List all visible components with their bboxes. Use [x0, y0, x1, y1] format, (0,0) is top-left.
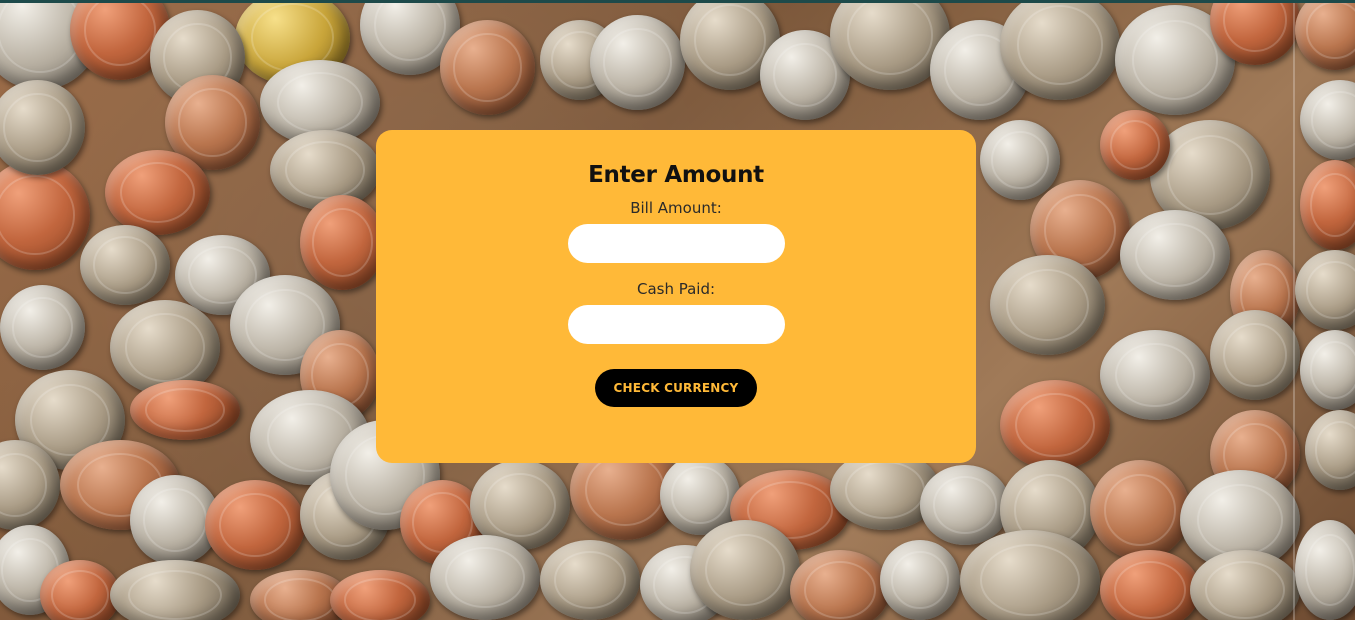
top-strip	[0, 0, 1355, 3]
cash-paid-label: Cash Paid:	[636, 280, 716, 298]
amount-form-card: Enter Amount Bill Amount: Cash Paid: CHE…	[376, 130, 976, 463]
check-currency-button[interactable]: CHECK CURRENCY	[595, 369, 757, 407]
image-seam	[1293, 0, 1295, 620]
bill-amount-input[interactable]	[568, 224, 785, 263]
form-title: Enter Amount	[588, 162, 764, 188]
bill-amount-label: Bill Amount:	[630, 199, 722, 217]
cash-paid-input[interactable]	[568, 305, 785, 344]
